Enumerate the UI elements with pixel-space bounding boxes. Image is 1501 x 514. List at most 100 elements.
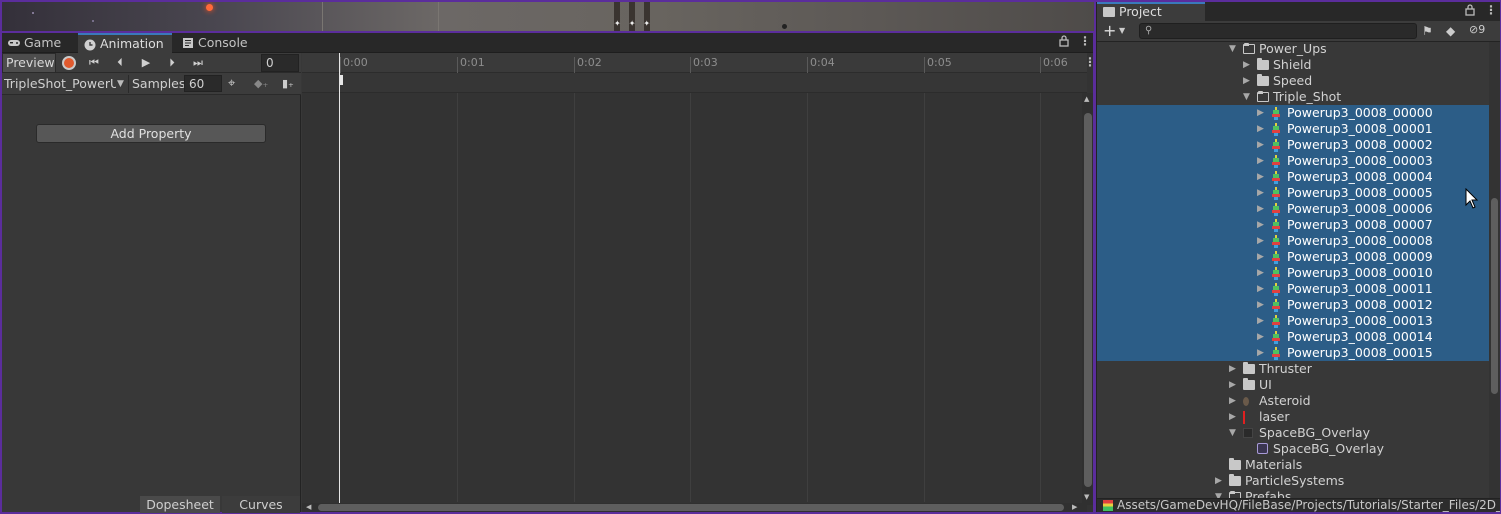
scroll-up-icon[interactable]: ▲: [1084, 95, 1089, 103]
prev-keyframe-icon[interactable]: ⏴: [110, 55, 130, 71]
playhead[interactable]: [339, 53, 340, 503]
label-tag-icon[interactable]: ◆: [1446, 24, 1455, 38]
vertical-scrollbar[interactable]: [1489, 42, 1500, 498]
tree-asset-item[interactable]: ▶ Powerup3_0008_00007: [1097, 217, 1489, 233]
chevron-right-icon[interactable]: ▶: [1229, 393, 1239, 409]
tree-asset-item[interactable]: ▶ Powerup3_0008_00012: [1097, 297, 1489, 313]
kebab-menu-icon[interactable]: ⋮: [1084, 55, 1096, 69]
chevron-right-icon[interactable]: ▶: [1257, 297, 1267, 313]
tree-asset-item[interactable]: ▶ Powerup3_0008_00011: [1097, 281, 1489, 297]
tree-folder-item[interactable]: Materials: [1097, 457, 1489, 473]
chevron-right-icon[interactable]: ▶: [1257, 137, 1267, 153]
kebab-menu-icon[interactable]: ⋮: [1079, 34, 1091, 48]
chevron-right-icon[interactable]: ▶: [1257, 153, 1267, 169]
chevron-right-icon[interactable]: ▶: [1243, 57, 1253, 73]
chevron-down-icon[interactable]: ▼: [1229, 42, 1239, 57]
tree-folder-item[interactable]: ▶ Speed: [1097, 73, 1489, 89]
tree-asset-item[interactable]: ▶ Powerup3_0008_00013: [1097, 313, 1489, 329]
search-input[interactable]: ⚲: [1139, 23, 1417, 39]
dopesheet-timeline[interactable]: 0:00 0:01 0:02 0:03 0:04 0:05 0:06 ⋮ ▲ ▼…: [302, 53, 1096, 512]
chevron-down-icon[interactable]: ▼: [1229, 425, 1239, 441]
chevron-right-icon[interactable]: ▶: [1215, 473, 1225, 489]
tree-asset-item[interactable]: ▶ Powerup3_0008_00001: [1097, 121, 1489, 137]
tab-curves[interactable]: Curves: [222, 496, 300, 513]
chevron-right-icon[interactable]: ▶: [1257, 329, 1267, 345]
tree-asset-item[interactable]: ▶ Powerup3_0008_00010: [1097, 265, 1489, 281]
tab-animation[interactable]: Animation: [78, 33, 172, 53]
vertical-scrollbar[interactable]: ▲ ▼: [1082, 93, 1093, 505]
scroll-right-icon[interactable]: ▶: [1072, 503, 1077, 512]
chevron-right-icon[interactable]: ▶: [1243, 73, 1253, 89]
tree-asset-item[interactable]: ▶ Powerup3_0008_00015: [1097, 345, 1489, 361]
chevron-right-icon[interactable]: ▶: [1257, 233, 1267, 249]
kebab-menu-icon[interactable]: ⋮: [1485, 3, 1497, 17]
tree-asset-item[interactable]: ▶ laser: [1097, 409, 1489, 425]
clip-selector[interactable]: TripleShot_PowerUp: [4, 75, 116, 93]
samples-field[interactable]: 60: [184, 75, 222, 92]
tree-asset-item[interactable]: ▼ SpaceBG_Overlay: [1097, 425, 1489, 441]
tab-project[interactable]: Project: [1097, 2, 1205, 21]
chevron-down-icon[interactable]: ▼: [1119, 21, 1125, 41]
preview-button[interactable]: Preview: [2, 53, 56, 73]
tree-asset-item[interactable]: ▶ Powerup3_0008_00004: [1097, 169, 1489, 185]
tree-asset-item[interactable]: ▶ Powerup3_0008_00003: [1097, 153, 1489, 169]
horizontal-scrollbar[interactable]: ◀ ▶: [302, 503, 1087, 512]
chevron-right-icon[interactable]: ▶: [1257, 105, 1267, 121]
chevron-right-icon[interactable]: ▶: [1257, 345, 1267, 361]
tree-folder-item[interactable]: ▼ Triple_Shot: [1097, 89, 1489, 105]
tree-asset-item[interactable]: ▶ Powerup3_0008_00006: [1097, 201, 1489, 217]
chevron-down-icon[interactable]: ▼: [1243, 89, 1253, 105]
chevron-right-icon[interactable]: ▶: [1257, 121, 1267, 137]
chevron-right-icon[interactable]: ▶: [1257, 281, 1267, 297]
tree-folder-item[interactable]: ▶ UI: [1097, 377, 1489, 393]
lock-icon[interactable]: [1059, 35, 1069, 50]
lock-icon[interactable]: [1465, 4, 1475, 19]
frame-field[interactable]: 0: [261, 54, 299, 72]
scrollbar-thumb[interactable]: [318, 504, 1064, 511]
tree-folder-item[interactable]: ▼ Power_Ups: [1097, 42, 1489, 57]
tree-asset-item[interactable]: ▶ Powerup3_0008_00000: [1097, 105, 1489, 121]
chevron-right-icon[interactable]: ▶: [1257, 265, 1267, 281]
tree-asset-item[interactable]: ▶ Powerup3_0008_00005: [1097, 185, 1489, 201]
add-event-icon[interactable]: ▮₊: [282, 75, 294, 93]
add-property-button[interactable]: Add Property: [36, 124, 266, 143]
tree-asset-item[interactable]: SpaceBG_Overlay: [1097, 441, 1489, 457]
tab-dopesheet[interactable]: Dopesheet: [140, 496, 220, 513]
tree-asset-item[interactable]: ▶ Powerup3_0008_00009: [1097, 249, 1489, 265]
last-keyframe-icon[interactable]: ⏭: [188, 55, 208, 71]
chevron-right-icon[interactable]: ▶: [1257, 249, 1267, 265]
chevron-down-icon[interactable]: ▼: [117, 76, 124, 92]
hidden-packages-toggle[interactable]: ⊘9: [1469, 23, 1485, 36]
chevron-right-icon[interactable]: ▶: [1229, 377, 1239, 393]
tab-game[interactable]: Game: [2, 33, 78, 53]
snap-keyframe-icon[interactable]: ⌖: [228, 75, 235, 93]
tree-folder-item[interactable]: ▶ ParticleSystems: [1097, 473, 1489, 489]
tab-console[interactable]: Console: [176, 33, 262, 53]
tree-asset-item[interactable]: ▶ Powerup3_0008_00002: [1097, 137, 1489, 153]
tree-folder-item[interactable]: ▶ Shield: [1097, 57, 1489, 73]
next-keyframe-icon[interactable]: ⏵: [162, 55, 182, 71]
scroll-left-icon[interactable]: ◀: [306, 503, 311, 512]
scrollbar-thumb[interactable]: [1084, 113, 1092, 487]
scrollbar-thumb[interactable]: [1491, 198, 1498, 394]
chevron-right-icon[interactable]: ▶: [1257, 217, 1267, 233]
first-keyframe-icon[interactable]: ⏮: [84, 55, 104, 71]
tree-asset-item[interactable]: ▶ Asteroid: [1097, 393, 1489, 409]
chevron-right-icon[interactable]: ▶: [1257, 185, 1267, 201]
filter-by-type-icon[interactable]: ⚑: [1422, 24, 1433, 38]
chevron-right-icon[interactable]: ▶: [1229, 361, 1239, 377]
chevron-right-icon[interactable]: ▶: [1257, 169, 1267, 185]
chevron-right-icon[interactable]: ▶: [1257, 201, 1267, 217]
time-ruler[interactable]: 0:00 0:01 0:02 0:03 0:04 0:05 0:06 ⋮: [302, 53, 1096, 73]
add-keyframe-icon[interactable]: ◆₊: [254, 75, 268, 93]
tree-folder-item[interactable]: ▶ Thruster: [1097, 361, 1489, 377]
plus-icon[interactable]: +: [1103, 21, 1116, 41]
chevron-right-icon[interactable]: ▶: [1257, 313, 1267, 329]
chevron-right-icon[interactable]: ▶: [1229, 409, 1239, 425]
play-icon[interactable]: ▶: [136, 55, 156, 71]
tree-asset-item[interactable]: ▶ Powerup3_0008_00014: [1097, 329, 1489, 345]
tree-asset-item[interactable]: ▶ Powerup3_0008_00008: [1097, 233, 1489, 249]
scroll-down-icon[interactable]: ▼: [1084, 493, 1089, 501]
event-row[interactable]: [302, 73, 1087, 93]
record-icon[interactable]: [62, 56, 76, 70]
